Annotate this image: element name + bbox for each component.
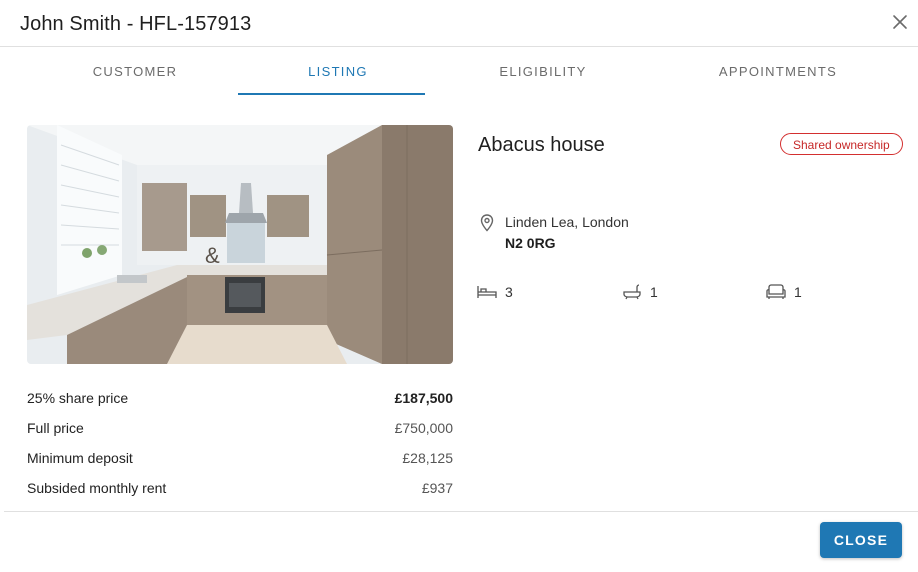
price-label: Full price [27,420,84,436]
footer-divider [4,511,918,512]
bathrooms-count: 1 [650,284,658,300]
price-value: £750,000 [394,420,453,436]
price-value: £187,500 [394,390,453,406]
price-list: 25% share price £187,500 Full price £750… [27,384,453,504]
sofa-icon [766,284,786,299]
property-name: Abacus house [478,134,605,156]
bath-icon [623,284,641,300]
price-value: £937 [421,480,453,496]
price-label: Subsided monthly rent [27,480,167,496]
location-pin-icon [480,214,494,232]
postcode: N2 0RG [505,235,556,251]
tab-listing[interactable]: LISTING [238,46,438,96]
dialog-header: John Smith - HFL-157913 [0,0,918,47]
close-icon[interactable] [890,12,910,32]
price-row-share: 25% share price £187,500 [27,384,453,414]
tab-eligibility[interactable]: ELIGIBILITY [443,46,643,96]
bedrooms-count: 3 [505,284,513,300]
property-photo: & [27,125,453,364]
living-rooms-count: 1 [794,284,802,300]
price-row-full: Full price £750,000 [27,414,453,444]
price-label: 25% share price [27,390,129,406]
close-button[interactable]: CLOSE [820,522,902,558]
price-row-rent: Subsided monthly rent £937 [27,474,453,504]
svg-text:&: & [205,243,220,268]
price-value: £28,125 [402,450,453,466]
tab-customer[interactable]: CUSTOMER [30,46,240,96]
tab-bar: CUSTOMER LISTING ELIGIBILITY APPOINTMENT… [0,46,918,96]
price-label: Minimum deposit [27,450,133,466]
dialog-title: John Smith - HFL-157913 [20,13,252,35]
active-tab-indicator [238,93,425,95]
address-line: Linden Lea, London [505,214,629,230]
ownership-badge: Shared ownership [780,133,903,155]
price-row-deposit: Minimum deposit £28,125 [27,444,453,474]
tab-appointments[interactable]: APPOINTMENTS [678,46,878,96]
bed-icon [477,286,497,298]
